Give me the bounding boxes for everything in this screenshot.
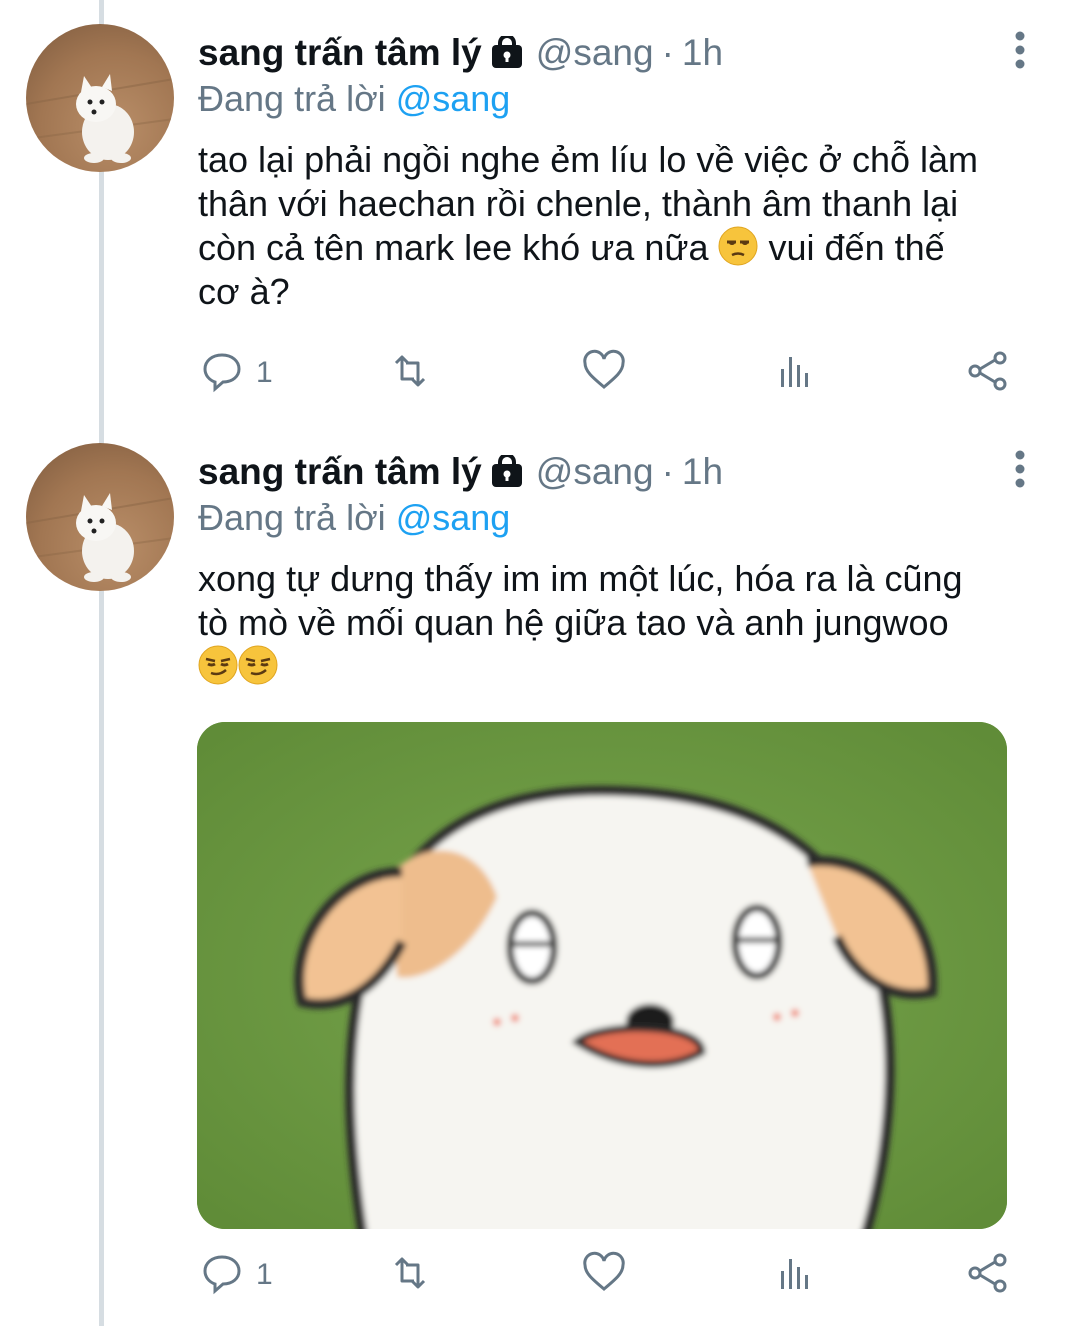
replying-to: Đang trả lời @sang — [198, 78, 510, 120]
tweet-text: xong tự dưng thấy im im một lúc, hóa ra … — [198, 557, 1058, 689]
more-icon[interactable] — [1008, 449, 1032, 489]
text-line: tao lại phải ngồi nghe ẻm líu lo về việc… — [198, 139, 979, 180]
smirking-face-emoji — [238, 645, 278, 685]
avatar[interactable] — [26, 24, 174, 172]
analytics-button[interactable] — [775, 348, 819, 398]
like-button[interactable] — [582, 348, 626, 398]
analytics-icon — [775, 1251, 819, 1300]
tweet-header: sang trấn tâm lý @sang · 1h — [198, 447, 723, 497]
share-icon — [966, 349, 1010, 398]
tweet-media-image[interactable] — [197, 722, 1007, 1229]
unamused-face-emoji — [718, 226, 758, 266]
tweet-actions: 1 — [0, 1250, 1080, 1300]
analytics-icon — [775, 349, 819, 398]
separator-dot: · — [661, 451, 674, 492]
like-icon — [582, 349, 626, 398]
reply-button[interactable]: 1 — [200, 348, 273, 398]
lock-icon — [490, 34, 524, 70]
like-button[interactable] — [582, 1250, 626, 1300]
reply-count: 1 — [256, 1258, 273, 1291]
mention-link[interactable]: @sang — [396, 78, 511, 119]
retweet-button[interactable] — [388, 348, 432, 398]
reply-icon — [200, 349, 244, 398]
author-name[interactable]: sang trấn tâm lý — [198, 451, 482, 493]
replying-to-label: Đang trả lời — [198, 78, 386, 119]
retweet-button[interactable] — [388, 1250, 432, 1300]
reply-button[interactable]: 1 — [200, 1250, 273, 1300]
author-name[interactable]: sang trấn tâm lý — [198, 32, 482, 74]
text-line: cơ à? — [198, 271, 290, 312]
avatar[interactable] — [26, 443, 174, 591]
replying-to: Đang trả lời @sang — [198, 497, 510, 539]
text-line: còn cả tên mark lee khó ưa nữa vui đến t… — [198, 226, 1058, 270]
text-segment: còn cả tên mark lee khó ưa nữa — [198, 227, 709, 268]
retweet-icon — [388, 1251, 432, 1300]
tweet-actions: 1 — [0, 348, 1080, 398]
mention-link[interactable]: @sang — [396, 497, 511, 538]
author-handle[interactable]: @sang — [536, 451, 654, 493]
lock-icon — [490, 453, 524, 489]
reply-count: 1 — [256, 356, 273, 389]
separator-dot: · — [661, 32, 674, 73]
share-icon — [966, 1251, 1010, 1300]
smirking-face-emoji — [198, 645, 238, 685]
tweet-header: sang trấn tâm lý @sang · 1h — [198, 28, 723, 78]
more-icon[interactable] — [1008, 30, 1032, 70]
reply-icon — [200, 1251, 244, 1300]
text-line: xong tự dưng thấy im im một lúc, hóa ra … — [198, 558, 963, 599]
text-line: tò mò về mối quan hệ giữa tao và anh jun… — [198, 602, 949, 643]
timestamp[interactable]: 1h — [682, 451, 723, 493]
like-icon — [582, 1251, 626, 1300]
replying-to-label: Đang trả lời — [198, 497, 386, 538]
retweet-icon — [388, 349, 432, 398]
tweet-text: tao lại phải ngồi nghe ẻm líu lo về việc… — [198, 138, 1058, 314]
analytics-button[interactable] — [775, 1250, 819, 1300]
thread-line — [99, 0, 104, 1326]
text-line: thân với haechan rồi chenle, thành âm th… — [198, 183, 959, 224]
text-segment: vui đến thế — [768, 227, 945, 268]
timestamp[interactable]: 1h — [682, 32, 723, 74]
author-handle[interactable]: @sang — [536, 32, 654, 74]
share-button[interactable] — [966, 348, 1010, 398]
share-button[interactable] — [966, 1250, 1010, 1300]
text-line — [198, 645, 1058, 689]
